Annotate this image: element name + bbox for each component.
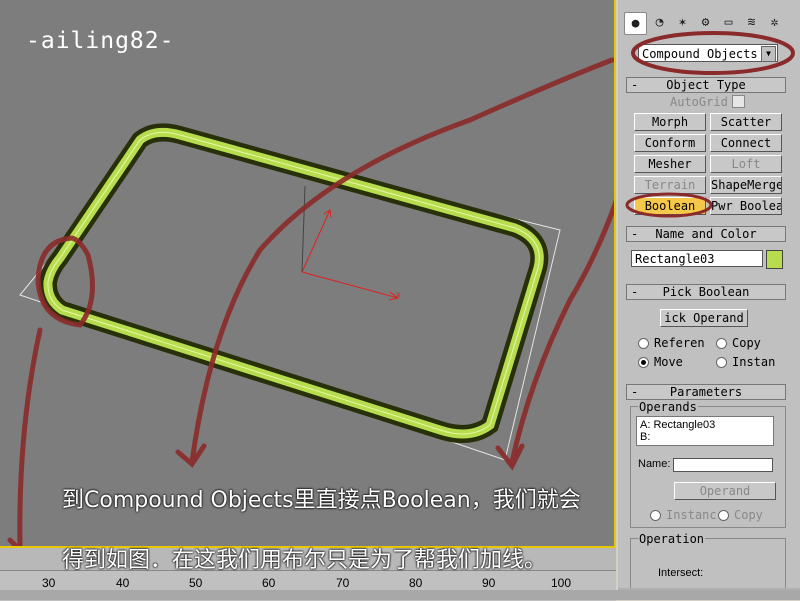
mesher-button[interactable]: Mesher bbox=[634, 155, 706, 173]
timeline-tick: 70 bbox=[336, 576, 350, 590]
loft-button[interactable]: Loft bbox=[710, 155, 782, 173]
command-panel: ● ◔ ✶ ⚙ ▭ ≋ ✲ Compound Objects ▼ - Object… bbox=[618, 0, 800, 600]
pick-boolean-rollout-header[interactable]: - Pick Boolean bbox=[626, 284, 786, 300]
operands-group-label: Operands bbox=[638, 400, 698, 414]
reference-label: Referen bbox=[654, 336, 705, 350]
timeline-tick: 40 bbox=[116, 576, 130, 590]
gizmo-y-axis bbox=[301, 209, 331, 273]
extract-instance-label: Instanc bbox=[666, 508, 717, 522]
operand-b-item[interactable]: B: bbox=[640, 431, 770, 443]
object-type-rollout-header[interactable]: - Object Type bbox=[626, 77, 786, 93]
operands-list[interactable]: A: Rectangle03 B: bbox=[636, 416, 774, 446]
move-label: Move bbox=[654, 355, 683, 369]
scatter-button[interactable]: Scatter bbox=[710, 113, 782, 131]
reference-radio[interactable] bbox=[638, 338, 649, 349]
object-color-swatch[interactable] bbox=[766, 250, 783, 269]
operation-group-label: Operation bbox=[638, 532, 706, 546]
operand-name-label: Name: bbox=[638, 458, 671, 470]
object-name-field[interactable]: Rectangle03 bbox=[631, 250, 763, 267]
autogrid-checkbox[interactable] bbox=[732, 95, 745, 108]
timeline-tick: 90 bbox=[482, 576, 496, 590]
copy-label: Copy bbox=[732, 336, 761, 350]
timeline-tick: 60 bbox=[262, 576, 276, 590]
copy-radio[interactable] bbox=[716, 338, 727, 349]
intersect-option[interactable]: Intersect: bbox=[658, 567, 703, 579]
extract-copy-radio[interactable] bbox=[718, 510, 729, 521]
extract-operand-button[interactable]: Operand bbox=[674, 482, 776, 500]
extract-instance-radio[interactable] bbox=[650, 510, 661, 521]
annotation-boolean-circle bbox=[625, 192, 713, 218]
gizmo-x-label: x bbox=[396, 290, 401, 299]
operand-a-item[interactable]: A: Rectangle03 bbox=[640, 419, 770, 431]
instance-radio[interactable] bbox=[716, 357, 727, 368]
status-bar bbox=[0, 590, 800, 600]
instance-label: Instan bbox=[732, 355, 776, 369]
boolean-ring-outer bbox=[38, 123, 549, 443]
pick-operand-button[interactable]: ick Operand bbox=[660, 309, 748, 327]
autogrid-label: AutoGrid bbox=[670, 95, 728, 109]
name-color-rollout-header[interactable]: - Name and Color bbox=[626, 226, 786, 242]
operand-name-field[interactable] bbox=[673, 458, 773, 472]
morph-button[interactable]: Morph bbox=[634, 113, 706, 131]
timeline-tick: 30 bbox=[42, 576, 56, 590]
gizmo-y-arrow bbox=[323, 209, 332, 219]
viewport-scene: x bbox=[7, 57, 614, 546]
timeline-tick: 50 bbox=[189, 576, 203, 590]
subtitle-line-1: 到Compound Objects里直接点Boolean，我们就会 bbox=[62, 488, 581, 513]
subtitle-line-2: 得到如图．在这我们用布尔只是为了帮我们加线。 bbox=[62, 548, 547, 573]
extract-copy-label: Copy bbox=[734, 508, 763, 522]
timeline-tick: 80 bbox=[409, 576, 423, 590]
perspective-viewport[interactable]: -ailing82- x bbox=[0, 0, 616, 548]
connect-button[interactable]: Connect bbox=[710, 134, 782, 152]
gizmo-z-axis bbox=[301, 185, 306, 273]
conform-button[interactable]: Conform bbox=[634, 134, 706, 152]
parameters-rollout-header[interactable]: - Parameters bbox=[626, 384, 786, 400]
bounding-box bbox=[19, 129, 561, 461]
timeline-tick: 100 bbox=[551, 576, 572, 590]
move-radio[interactable] bbox=[638, 357, 649, 368]
gizmo-x-axis bbox=[301, 271, 399, 299]
